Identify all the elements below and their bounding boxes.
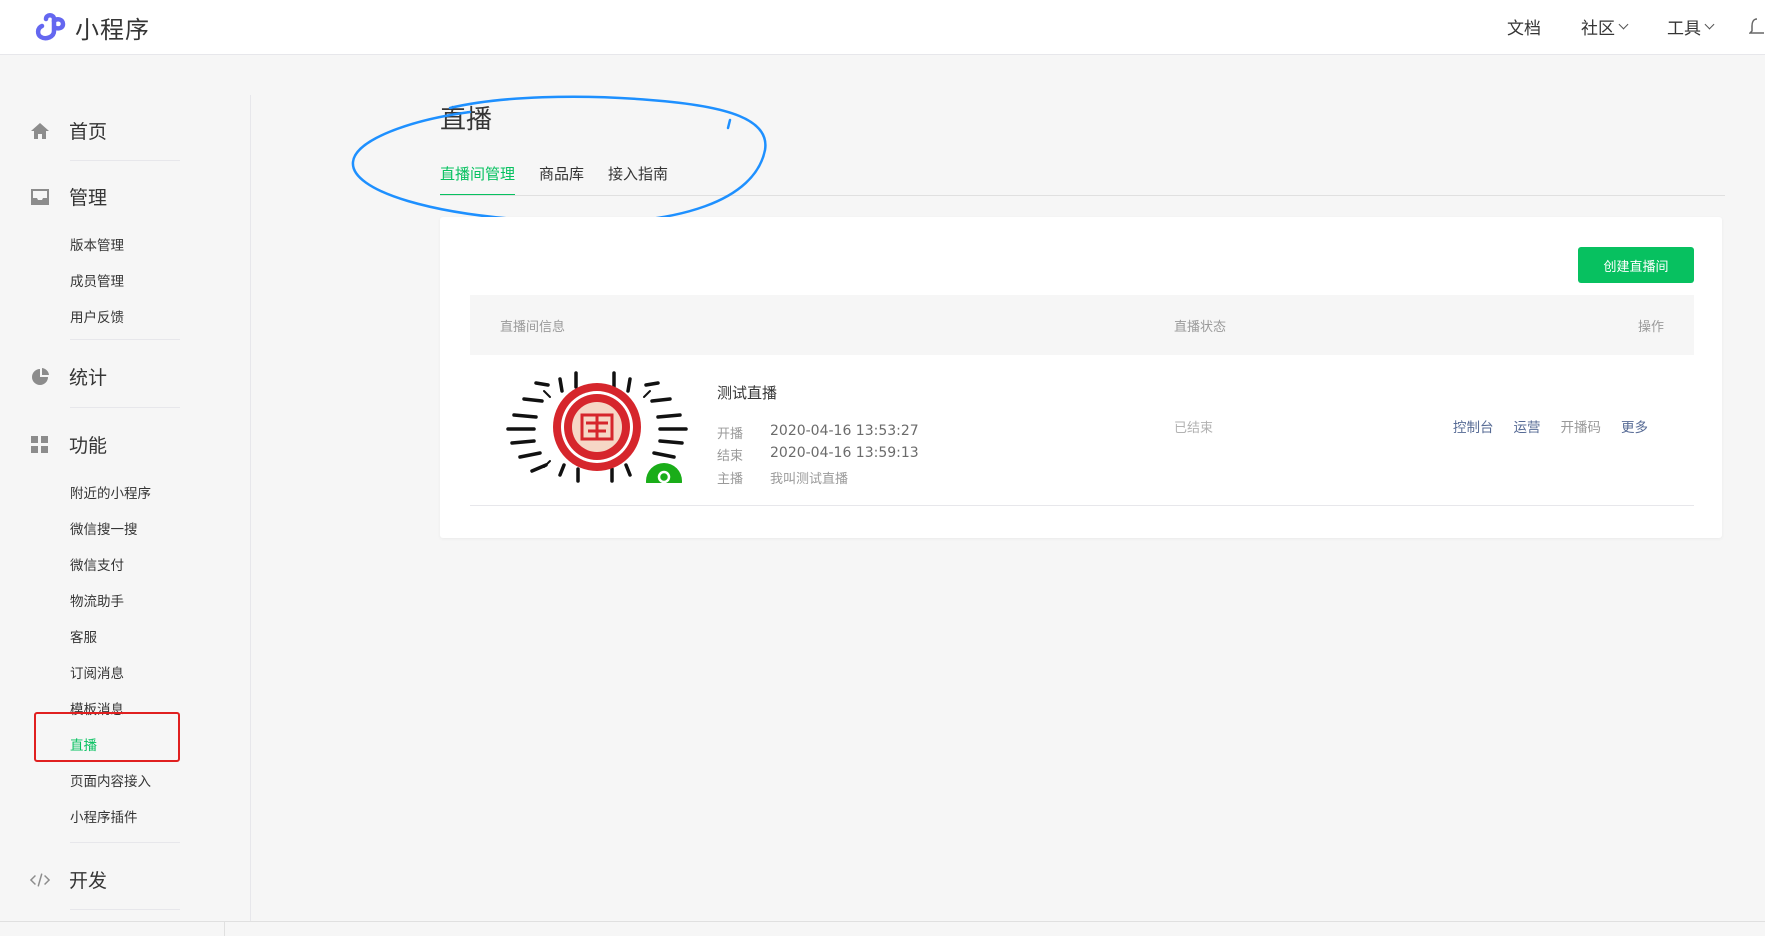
brand-name: 小程序 [75, 16, 150, 44]
mini-program-logo-icon [35, 12, 66, 40]
sidebar-group-home[interactable]: 首页 [30, 117, 107, 144]
annotation-red-box [34, 712, 180, 762]
start-time-label: 开播 [717, 427, 744, 442]
sidebar-item-members[interactable]: 成员管理 [70, 270, 124, 290]
end-time-row: 结束 2020-04-16 13:59:13 [717, 445, 919, 464]
column-header-status: 直播状态 [1174, 320, 1227, 335]
broadcast-code-link[interactable]: 开播码 [1561, 416, 1602, 436]
nav-community-label: 社区 [1581, 19, 1615, 39]
sidebar [0, 95, 251, 921]
chevron-down-icon [1618, 19, 1629, 29]
home-icon [30, 121, 50, 141]
grid-icon [30, 435, 50, 455]
sidebar-item-nearby[interactable]: 附近的小程序 [70, 482, 151, 502]
divider [70, 160, 180, 161]
more-link[interactable]: 更多 [1621, 416, 1648, 436]
nav-docs-label: 文档 [1507, 19, 1541, 39]
annotation-blue-circle [351, 95, 767, 224]
nav-tools-label: 工具 [1667, 19, 1701, 39]
divider [70, 909, 180, 910]
end-time-label: 结束 [717, 449, 744, 464]
sidebar-item-subscribe[interactable]: 订阅消息 [70, 662, 124, 682]
sidebar-item-feedback[interactable]: 用户反馈 [70, 306, 124, 326]
status-badge: 已结束 [1174, 421, 1214, 436]
row-actions: 控制台 运营 开播码 更多 [1453, 416, 1648, 436]
live-room-card: 创建直播间 直播间信息 直播状态 操作 测试直播 开播 2020-04-16 1… [440, 217, 1722, 538]
pie-chart-icon [30, 367, 50, 387]
sidebar-item-pay[interactable]: 微信支付 [70, 554, 124, 574]
nav-docs[interactable]: 文档 [1507, 14, 1541, 39]
footer-divider-tick [224, 921, 225, 936]
operations-link[interactable]: 运营 [1514, 416, 1541, 436]
brand-logo[interactable]: 小程序 [33, 10, 150, 45]
sidebar-item-content[interactable]: 页面内容接入 [70, 770, 151, 790]
divider [70, 339, 180, 340]
chevron-down-icon [1704, 19, 1715, 29]
divider [70, 407, 180, 408]
live-qr-code [500, 371, 695, 483]
host-label: 主播 [717, 472, 744, 487]
divider [70, 842, 180, 843]
create-live-room-button[interactable]: 创建直播间 [1578, 247, 1694, 283]
nav-community[interactable]: 社区 [1581, 14, 1629, 39]
sidebar-item-version[interactable]: 版本管理 [70, 234, 124, 254]
sidebar-group-dev[interactable]: 开发 [30, 866, 107, 893]
live-room-title[interactable]: 测试直播 [717, 382, 777, 403]
sidebar-item-plugin[interactable]: 小程序插件 [70, 806, 138, 826]
host-row: 主播 我叫测试直播 [717, 468, 848, 487]
sidebar-group-label: 功能 [69, 435, 108, 457]
column-header-actions: 操作 [1637, 320, 1664, 335]
code-icon [30, 870, 50, 890]
sidebar-group-manage[interactable]: 管理 [30, 183, 107, 210]
sidebar-group-label: 首页 [69, 121, 108, 143]
sidebar-group-features[interactable]: 功能 [30, 431, 107, 458]
inbox-icon [30, 187, 50, 207]
nav-tools[interactable]: 工具 [1667, 14, 1715, 39]
sidebar-group-label: 管理 [69, 187, 108, 209]
sidebar-item-search[interactable]: 微信搜一搜 [70, 518, 138, 538]
end-time-value: 2020-04-16 13:59:13 [770, 445, 919, 461]
top-nav: 文档 社区 工具 [1507, 14, 1765, 39]
sidebar-group-label: 开发 [69, 870, 108, 892]
sidebar-item-service[interactable]: 客服 [70, 626, 97, 646]
host-value: 我叫测试直播 [770, 472, 849, 487]
sidebar-item-logistics[interactable]: 物流助手 [70, 590, 124, 610]
table-header: 直播间信息 直播状态 操作 [470, 295, 1694, 355]
start-time-value: 2020-04-16 13:53:27 [770, 423, 919, 439]
bell-icon[interactable] [1749, 17, 1765, 37]
top-bar: 小程序 文档 社区 工具 [0, 0, 1765, 55]
sidebar-group-stats[interactable]: 统计 [30, 363, 107, 390]
console-link[interactable]: 控制台 [1453, 416, 1494, 436]
footer-divider [0, 921, 1765, 922]
table-row: 测试直播 开播 2020-04-16 13:53:27 结束 2020-04-1… [470, 355, 1694, 506]
start-time-row: 开播 2020-04-16 13:53:27 [717, 423, 919, 442]
sidebar-group-label: 统计 [69, 367, 108, 389]
column-header-info: 直播间信息 [500, 320, 566, 335]
